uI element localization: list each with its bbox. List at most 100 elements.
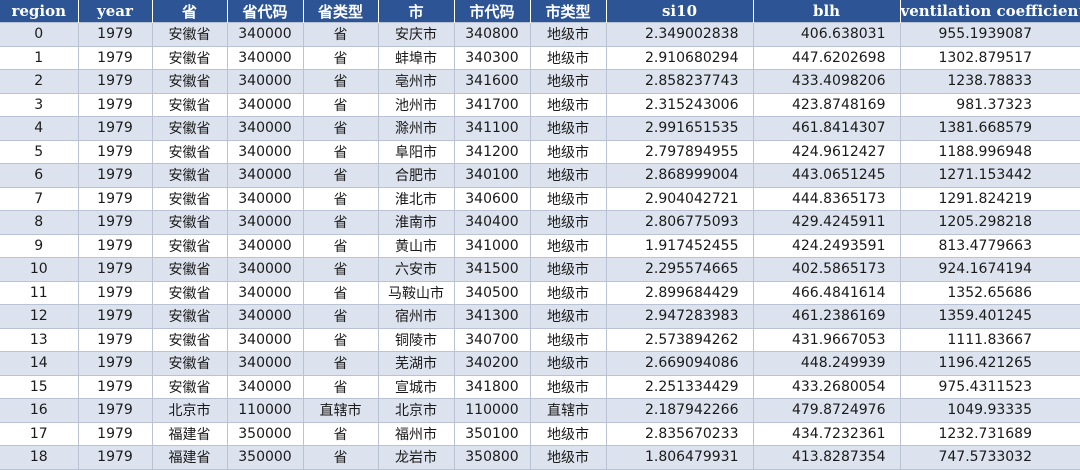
cell-region: 9 bbox=[0, 233, 79, 258]
cell-province-type: 省 bbox=[302, 210, 379, 235]
cell-ventilation-coefficient: 1238.78833 bbox=[899, 69, 1080, 94]
cell-province: 福建省 bbox=[151, 421, 228, 446]
data-table: region year 省省代码 省类型市市代码 市类型 si10 blh ventilati… bbox=[0, 0, 1080, 470]
column-header-region[interactable]: region bbox=[0, 0, 78, 23]
cell-city: 六安市 bbox=[377, 257, 455, 282]
table-row: 16 1979 北京市 110000 直辖市 北京市 110000 直辖市 2.18794226… bbox=[0, 398, 1080, 423]
cell-city: 亳州市 bbox=[377, 69, 455, 94]
cell-si10: 2.251334429 bbox=[605, 374, 754, 399]
column-header-city-code[interactable]: 市代码 bbox=[453, 0, 530, 23]
cell-blh: 424.2493591 bbox=[752, 233, 901, 258]
column-header-year[interactable]: year bbox=[77, 0, 152, 23]
cell-si10: 2.315243006 bbox=[605, 92, 754, 117]
header-row: region year 省省代码 省类型市市代码 市类型 si10 blh ventilati… bbox=[0, 0, 1080, 23]
cell-city-type: 地级市 bbox=[529, 233, 607, 258]
cell-city: 滁州市 bbox=[377, 116, 455, 141]
cell-blh: 479.8724976 bbox=[752, 398, 901, 423]
cell-region: 4 bbox=[0, 116, 79, 141]
table-row: 17 1979 福建省 350000 省福州市 350100 地级市 2.835670233 4… bbox=[0, 421, 1080, 446]
table-row: 5 1979 安徽省 340000 省阜阳市 341200 地级市 2.797894955 42… bbox=[0, 139, 1080, 164]
cell-region: 1 bbox=[0, 45, 79, 70]
cell-province: 安徽省 bbox=[151, 210, 228, 235]
cell-city: 黄山市 bbox=[377, 233, 455, 258]
cell-city: 阜阳市 bbox=[377, 139, 455, 164]
cell-province-type: 省 bbox=[302, 92, 379, 117]
column-header-city-type[interactable]: 市类型 bbox=[529, 0, 606, 23]
cell-city: 安庆市 bbox=[377, 22, 455, 47]
cell-province-code: 350000 bbox=[226, 421, 304, 446]
cell-province: 安徽省 bbox=[151, 374, 228, 399]
cell-region: 13 bbox=[0, 327, 79, 352]
cell-city-code: 341000 bbox=[453, 233, 531, 258]
cell-year: 1979 bbox=[77, 445, 153, 470]
cell-ventilation-coefficient: 981.37323 bbox=[899, 92, 1080, 117]
column-header-province[interactable]: 省 bbox=[151, 0, 227, 23]
cell-city-type: 地级市 bbox=[529, 186, 607, 211]
cell-province-code: 340000 bbox=[226, 139, 304, 164]
cell-blh: 466.4841614 bbox=[752, 280, 901, 305]
cell-province: 安徽省 bbox=[151, 45, 228, 70]
cell-ventilation-coefficient: 1291.824219 bbox=[899, 186, 1080, 211]
table-row: 13 1979 安徽省 340000 省铜陵市 340700 地级市 2.573894262 4… bbox=[0, 327, 1080, 352]
cell-province-code: 110000 bbox=[226, 398, 304, 423]
cell-province: 安徽省 bbox=[151, 304, 228, 329]
cell-ventilation-coefficient: 1196.421265 bbox=[899, 351, 1080, 376]
column-header-city[interactable]: 市 bbox=[377, 0, 454, 23]
cell-ventilation-coefficient: 1049.93335 bbox=[899, 398, 1080, 423]
cell-province-type: 省 bbox=[302, 163, 379, 188]
cell-province-type: 省 bbox=[302, 304, 379, 329]
cell-blh: 461.2386169 bbox=[752, 304, 901, 329]
cell-city: 蚌埠市 bbox=[377, 45, 455, 70]
cell-city-code: 340400 bbox=[453, 210, 531, 235]
cell-blh: 423.8748169 bbox=[752, 92, 901, 117]
column-header-blh[interactable]: blh bbox=[752, 0, 900, 23]
cell-province-code: 350000 bbox=[226, 445, 304, 470]
cell-province-type: 省 bbox=[302, 45, 379, 70]
cell-province: 安徽省 bbox=[151, 92, 228, 117]
cell-province-code: 340000 bbox=[226, 45, 304, 70]
column-header-province-code[interactable]: 省代码 bbox=[226, 0, 303, 23]
table-row: 10 1979 安徽省 340000 省六安市 341500 地级市 2.295574665 4… bbox=[0, 257, 1080, 282]
table-row: 6 1979 安徽省 340000 省合肥市 340100 地级市 2.868999004 44… bbox=[0, 163, 1080, 188]
cell-year: 1979 bbox=[77, 374, 153, 399]
cell-province: 北京市 bbox=[151, 398, 228, 423]
cell-si10: 2.899684429 bbox=[605, 280, 754, 305]
cell-city: 马鞍山市 bbox=[377, 280, 455, 305]
cell-blh: 434.7232361 bbox=[752, 421, 901, 446]
cell-region: 17 bbox=[0, 421, 79, 446]
column-header-province-type[interactable]: 省类型 bbox=[302, 0, 378, 23]
cell-city-code: 340100 bbox=[453, 163, 531, 188]
cell-si10: 2.669094086 bbox=[605, 351, 754, 376]
cell-province-code: 340000 bbox=[226, 210, 304, 235]
cell-province-code: 340000 bbox=[226, 257, 304, 282]
table-body: 0 1979 安徽省 340000 省安庆市 340800 地级市 2.349002838 40… bbox=[0, 22, 1080, 470]
cell-province-type: 省 bbox=[302, 257, 379, 282]
cell-region: 2 bbox=[0, 69, 79, 94]
cell-province-type: 省 bbox=[302, 22, 379, 47]
cell-province-type: 省 bbox=[302, 139, 379, 164]
cell-city-type: 地级市 bbox=[529, 45, 607, 70]
cell-province-code: 340000 bbox=[226, 163, 304, 188]
cell-province: 安徽省 bbox=[151, 327, 228, 352]
cell-region: 3 bbox=[0, 92, 79, 117]
cell-province-type: 省 bbox=[302, 351, 379, 376]
table-row: 18 1979 福建省 350000 省龙岩市 350800 地级市 1.806479931 4… bbox=[0, 445, 1080, 470]
cell-city: 淮北市 bbox=[377, 186, 455, 211]
cell-city-code: 110000 bbox=[453, 398, 531, 423]
cell-province: 福建省 bbox=[151, 445, 228, 470]
table-row: 3 1979 安徽省 340000 省池州市 341700 地级市 2.315243006 42… bbox=[0, 92, 1080, 117]
column-header-si10[interactable]: si10 bbox=[605, 0, 753, 23]
cell-city: 芜湖市 bbox=[377, 351, 455, 376]
column-header-ventilation-coefficient[interactable]: ventilation coefficient bbox=[899, 0, 1080, 23]
cell-city-type: 地级市 bbox=[529, 92, 607, 117]
cell-year: 1979 bbox=[77, 257, 153, 282]
cell-province: 安徽省 bbox=[151, 116, 228, 141]
cell-si10: 2.295574665 bbox=[605, 257, 754, 282]
cell-blh: 433.2680054 bbox=[752, 374, 901, 399]
cell-year: 1979 bbox=[77, 304, 153, 329]
cell-region: 7 bbox=[0, 186, 79, 211]
cell-year: 1979 bbox=[77, 45, 153, 70]
cell-city-type: 地级市 bbox=[529, 257, 607, 282]
cell-year: 1979 bbox=[77, 210, 153, 235]
cell-province-code: 340000 bbox=[226, 233, 304, 258]
